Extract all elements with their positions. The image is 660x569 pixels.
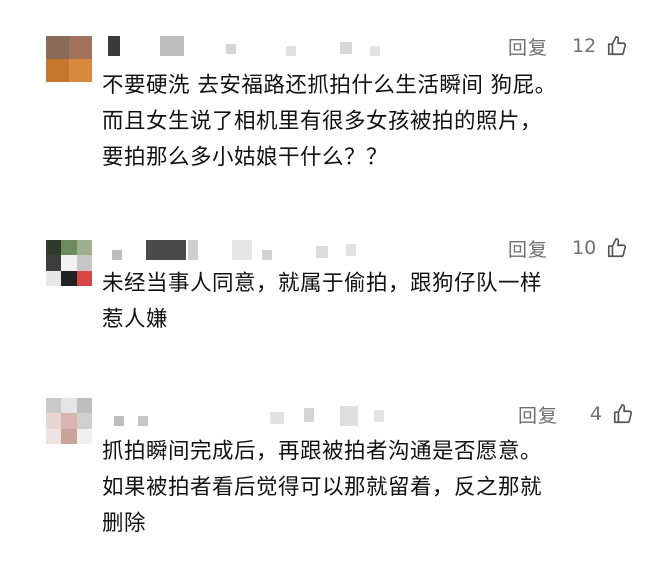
username-pixelated[interactable] <box>108 240 368 260</box>
username-pixelated[interactable] <box>108 406 398 426</box>
comment-text: 不要硬洗 去安福路还抓拍什么生活瞬间 狗屁。 而且女生说了相机里有很多女孩被拍的… <box>102 68 630 176</box>
comment-line: 而且女生说了相机里有很多女孩被拍的照片， <box>102 109 543 134</box>
thumbs-up-icon[interactable] <box>606 35 628 57</box>
comment-actions: 回复 10 <box>508 234 628 262</box>
comment-line: 删除 <box>102 511 147 536</box>
avatar[interactable] <box>46 36 92 82</box>
comment-actions: 回复 12 <box>508 32 628 60</box>
comment-line: 未经当事人同意，就属于偷拍，跟狗仔队一样 <box>102 271 543 296</box>
like-count: 10 <box>572 237 597 259</box>
reply-button[interactable]: 回复 <box>508 235 548 262</box>
comment-item: 回复 4 抓拍瞬间完成后，再跟被拍者沟通是否愿意。 如果被拍者看后觉得可以那就留… <box>0 370 660 569</box>
comment-text: 未经当事人同意，就属于偷拍，跟狗仔队一样 惹人嫌 <box>102 266 630 338</box>
comment-actions: 回复 4 <box>518 400 634 428</box>
username-pixelated[interactable] <box>108 36 398 56</box>
like-count: 4 <box>589 403 603 425</box>
comment-line: 要拍那么多小姑娘干什么？？ <box>102 145 389 170</box>
comment-line: 不要硬洗 去安福路还抓拍什么生活瞬间 狗屁。 <box>102 73 557 98</box>
comment-line: 如果被拍者看后觉得可以那就留着，反之那就 <box>102 475 543 500</box>
comment-line: 惹人嫌 <box>102 307 169 332</box>
avatar[interactable] <box>46 398 92 444</box>
thumbs-up-icon[interactable] <box>606 237 628 259</box>
thumbs-up-icon[interactable] <box>612 403 634 425</box>
comment-text: 抓拍瞬间完成后，再跟被拍者沟通是否愿意。 如果被拍者看后觉得可以那就留着，反之那… <box>102 434 630 542</box>
avatar[interactable] <box>46 240 92 286</box>
comment-line: 抓拍瞬间完成后，再跟被拍者沟通是否愿意。 <box>102 439 543 464</box>
reply-button[interactable]: 回复 <box>508 33 548 60</box>
comment-item: 回复 10 未经当事人同意，就属于偷拍，跟狗仔队一样 惹人嫌 <box>0 200 660 370</box>
like-count: 12 <box>572 35 597 57</box>
reply-button[interactable]: 回复 <box>518 401 558 428</box>
comment-item: 回复 12 不要硬洗 去安福路还抓拍什么生活瞬间 狗屁。 而且女生说了相机里有很… <box>0 0 660 200</box>
